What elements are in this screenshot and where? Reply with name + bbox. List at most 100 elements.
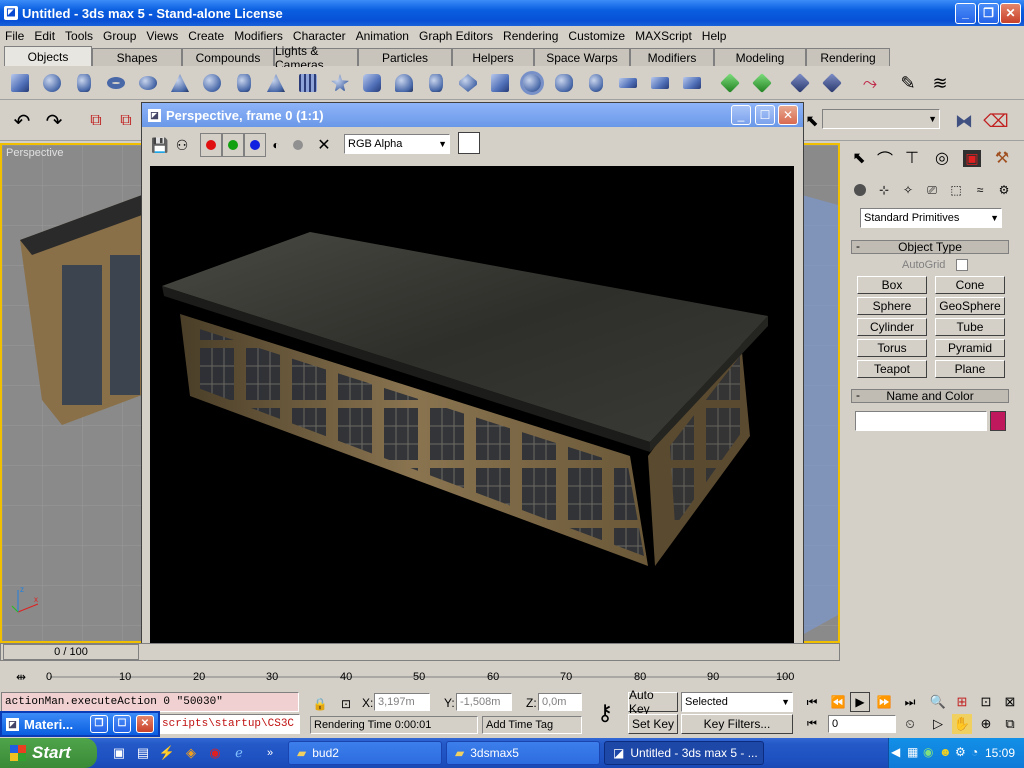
antivirus-icon[interactable]: ◉ [923,745,933,759]
menu-views[interactable]: Views [141,29,183,43]
task-bud2[interactable]: ▰ bud2 [288,741,442,765]
autogrid-checkbox[interactable] [956,259,968,271]
key-selection-dropdown[interactable]: Selected ▼ [681,692,793,712]
tray-expand-icon[interactable]: ◀ [891,745,900,759]
menu-graph-editors[interactable]: Graph Editors [414,29,498,43]
grid-activate-icon[interactable] [750,71,774,95]
auto-key-button[interactable]: Auto Key [628,688,678,716]
maxscript-listener-input[interactable]: actionMan.executeAction 0 "50030" [1,692,299,712]
tab-modifiers[interactable]: Modifiers [630,48,714,66]
material-editor-minimized[interactable]: ◪ Materi... ❐ ☐ ✕ [0,711,160,737]
named-selection-dropdown[interactable]: ▼ [822,109,940,129]
box-icon[interactable] [8,71,32,95]
arc-rotate-icon[interactable]: ⊕ [976,714,996,734]
helpers-icon[interactable]: ⬚ [946,178,966,202]
next-frame-icon[interactable]: ⏩ [874,692,894,712]
go-to-end-icon[interactable]: ⏭ [900,692,920,712]
cylinder-button[interactable]: Cylinder [857,318,927,336]
absolute-mode-icon[interactable]: ⊡ [336,692,356,716]
quicklaunch-ie-icon[interactable]: ℯ [228,741,250,765]
maximize-button[interactable]: ❐ [978,3,999,24]
object-type-rollout[interactable]: - Object Type [851,239,1009,254]
network-icon[interactable]: ▦ [907,745,918,759]
create-tab-icon[interactable]: ⬉ [847,146,871,170]
pan-hand-icon[interactable]: ✋ [952,714,972,734]
current-frame-field[interactable]: 0 [828,715,896,733]
menu-help[interactable]: Help [697,29,732,43]
key-filters-button[interactable]: Key Filters... [681,714,793,734]
cone-icon[interactable] [168,71,192,95]
select-link-icon[interactable]: ⧉ [84,109,108,133]
spindle-icon[interactable] [456,71,480,95]
chamfer-box-icon[interactable] [360,71,384,95]
tube-button[interactable]: Tube [935,318,1005,336]
menu-file[interactable]: File [0,29,29,43]
color-swatch[interactable] [458,132,480,154]
tab-space-warps[interactable]: Space Warps [534,48,630,66]
tab-compounds[interactable]: Compounds [182,48,274,66]
messenger-icon[interactable]: ☻ [939,745,952,759]
viewport-label[interactable]: Perspective [6,147,63,159]
restore-icon[interactable]: ❐ [90,715,108,733]
quicklaunch-app-icon[interactable]: ⚡ [156,741,178,765]
geosphere-icon[interactable] [200,71,224,95]
menu-modifiers[interactable]: Modifiers [229,29,288,43]
task-3ds-max[interactable]: ◪ Untitled - 3ds max 5 - ... [604,741,764,765]
menu-maxscript[interactable]: MAXScript [630,29,697,43]
menu-animation[interactable]: Animation [351,29,414,43]
close-icon[interactable]: ✕ [136,715,154,733]
motion-tab-icon[interactable]: ◎ [930,146,954,170]
geometry-icon[interactable] [850,178,870,202]
menu-rendering[interactable]: Rendering [498,29,563,43]
red-channel-icon[interactable] [200,133,222,157]
grid-align-icon[interactable] [820,71,844,95]
gear-icon[interactable] [520,71,544,95]
quicklaunch-more-icon[interactable]: » [262,741,278,765]
clone-icon[interactable]: ⚇ [172,133,192,157]
maximize-icon[interactable]: ☐ [113,715,131,733]
tube-icon[interactable] [232,71,256,95]
torus-button[interactable]: Torus [857,339,927,357]
minimize-button[interactable]: _ [955,3,976,24]
mirror-icon[interactable]: ⧓ [952,109,976,133]
menu-tools[interactable]: Tools [60,29,98,43]
plane-button[interactable]: Plane [935,360,1005,378]
time-slider[interactable]: 0 / 100 [0,643,840,661]
settings-tray-icon[interactable]: ⚙ [955,745,966,759]
desktop-icon[interactable]: ▣ [108,741,130,765]
gengon-icon[interactable] [488,71,512,95]
grid-select-icon[interactable] [718,71,742,95]
redo-icon[interactable]: ↷ [42,109,66,133]
time-config-icon[interactable]: ⏲ [900,714,920,734]
green-channel-icon[interactable] [222,133,244,157]
c-ext-icon[interactable] [648,71,672,95]
quicklaunch-winamp-icon[interactable]: ◈ [180,741,202,765]
track-bar-icon[interactable]: ⇹ [8,665,34,689]
undo-icon[interactable]: ↶ [10,109,34,133]
previous-frame-icon[interactable]: ⏪ [828,692,848,712]
save-icon[interactable]: 💾 [150,133,170,157]
maxscript-output[interactable]: scripts\startup\CS3C [158,714,300,734]
torus-icon[interactable] [104,71,128,95]
go-to-start-icon[interactable]: ⏮ [802,692,822,712]
pyramid-button[interactable]: Pyramid [935,339,1005,357]
tab-particles[interactable]: Particles [358,48,452,66]
bone-icon[interactable]: ⤳ [858,71,882,95]
x-coordinate-field[interactable]: 3,197m [374,693,430,711]
cameras-icon[interactable]: ⎚ [922,178,942,202]
align-icon[interactable]: ⌫ [983,109,1008,133]
tab-shapes[interactable]: Shapes [92,48,182,66]
time-slider-thumb[interactable]: 0 / 100 [3,644,139,660]
pick-icon[interactable]: ✎ [896,71,920,95]
space-warps-icon[interactable]: ≈ [970,178,990,202]
volume-icon[interactable]: ◔ [971,745,978,759]
shapes-icon[interactable]: ⊹ [874,178,894,202]
systems-icon[interactable]: ⚙ [994,178,1014,202]
name-color-rollout[interactable]: - Name and Color [851,388,1009,403]
tab-objects[interactable]: Objects [4,46,92,66]
zoom-extents-all-icon[interactable]: ⊠ [1000,692,1020,712]
tab-helpers[interactable]: Helpers [452,48,534,66]
display-tab-icon[interactable]: ▣ [960,146,984,170]
menu-create[interactable]: Create [183,29,229,43]
maximize-viewport-icon[interactable]: ⧉ [1000,714,1020,734]
